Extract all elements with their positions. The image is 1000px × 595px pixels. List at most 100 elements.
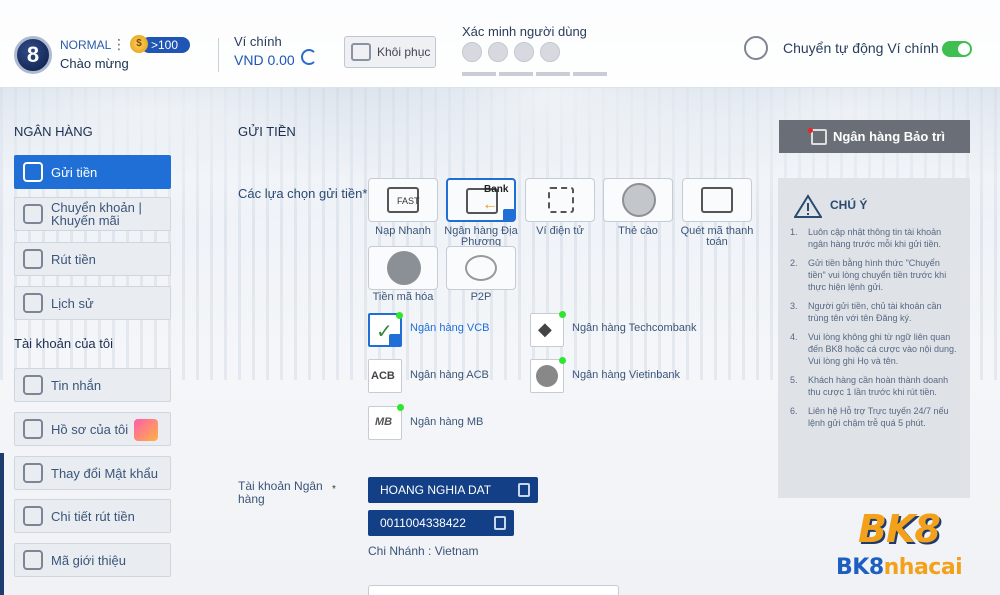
bank-label: Ngân hàng Vietinbank [572,369,681,381]
notice-text: Khách hàng cần hoàn thành doanh thu cược… [808,375,949,397]
sidebar-item-deposit[interactable]: Gửi tiền [14,155,171,189]
selected-check-icon [503,209,515,221]
option-crypto[interactable] [368,246,438,290]
sidebar-item-label: Hồ sơ của tôi [51,421,129,437]
sidebar-item-transfer[interactable]: Chuyển khoản | Khuyến mãi [14,197,171,231]
logo-text-b: nhacai [883,555,963,580]
option-glyph: Bank [484,184,509,195]
option-scratch-card[interactable] [603,178,673,222]
user-verify-icon[interactable] [462,42,482,62]
referral-icon [23,550,43,570]
option-label: P2P [470,291,492,303]
deposit-icon [23,162,43,182]
avatar[interactable]: 8 [14,36,52,74]
account-name-button[interactable]: HOANG NGHIA DAT [368,477,538,503]
verify-label: Xác minh người dùng [462,24,587,39]
sidebar-item-label: Gửi tiền [51,164,98,180]
bank-mb[interactable]: MB [368,404,404,440]
option-label: Ngân hàng Địa Phương [444,225,518,248]
maintenance-label: Ngân hàng Bảo trì [833,129,945,144]
bank-account-label: Tài khoản Ngân hàng [238,479,323,506]
notice-text: Người gửi tiền, chủ tài khoản cần trùng … [808,301,942,323]
logo-text-a: BK8 [836,555,884,580]
sidebar-item-label: Chuyển khoản | Khuyến mãi [51,200,142,228]
email-verify-icon[interactable] [488,42,508,62]
option-scan-pay[interactable] [682,178,752,222]
arrow-left-icon: ← [482,196,498,213]
notice-item: 4. Vui lòng không ghi từ ngữ liên quan đế… [790,331,960,367]
bank-verify-icon[interactable] [540,42,560,62]
notice-item: 1. Luôn cập nhật thông tin tài khoản ngân… [790,226,960,250]
notice-text: Liên hệ Hỗ trợ Trực tuyến 24/7 nếu lệnh … [808,406,949,428]
bank-icon [811,128,827,145]
option-glyph: FAST [397,196,420,206]
bank-vietinbank[interactable] [530,357,566,393]
left-edge-bar [0,453,4,595]
withdraw-icon [23,249,43,269]
option-fast-deposit[interactable]: FAST [368,178,438,222]
crypto-icon [387,251,421,285]
vip-level: NORMAL [60,38,112,52]
sidebar-item-label: Tin nhắn [51,377,102,393]
history-icon [23,293,43,313]
profile-icon [23,419,43,439]
sidebar-item-withdraw[interactable]: Rút tiền [14,242,171,276]
restore-button[interactable]: Khôi phục [344,36,436,68]
online-dot [397,404,404,411]
mb-logo-icon: MB [375,416,393,428]
sidebar-item-label: Lịch sử [51,295,94,311]
notice-item: 5. Khách hàng cần hoàn thành doanh thu cư… [790,374,960,398]
p2p-icon [465,255,497,281]
option-local-bank[interactable]: Bank ← [446,178,516,222]
copy-icon[interactable] [518,483,530,497]
bank-maintenance-button[interactable]: Ngân hàng Bảo trì [779,120,970,153]
sidebar-item-label: Rút tiền [51,251,96,267]
bank-techcombank[interactable]: ◆ [530,311,566,347]
divider [218,38,219,72]
progress-segment [499,72,533,76]
alert-dot [808,128,813,133]
bank-vcb[interactable]: ✓ [368,312,403,347]
acb-logo-icon: ACB [371,370,395,382]
scratch-card-icon [622,183,656,217]
required-star: * [332,484,336,495]
bank-label: Ngân hàng VCB [410,322,490,334]
progress-segment [573,72,607,76]
vietinbank-logo-icon [536,365,558,387]
scan-pay-icon [701,187,733,213]
sidebar-item-label: Mã giới thiệu [51,552,127,568]
account-section-title: Tài khoản của tôi [14,336,114,351]
restore-label: Khôi phục [377,45,431,59]
wallet-transfer-icon [744,36,768,60]
sidebar-item-messages[interactable]: Tin nhắn [14,368,171,402]
verify-icons [462,42,560,62]
sidebar-item-history[interactable]: Lịch sử [14,286,171,320]
phone-verify-icon[interactable] [514,42,534,62]
sidebar-item-withdraw-details[interactable]: Chi tiết rút tiền [14,499,171,533]
progress-segment [536,72,570,76]
bk8-logo: BK8 BK8nhacai [836,505,986,591]
qr-wallet-icon [548,187,574,213]
sidebar-item-referral[interactable]: Mã giới thiệu [14,543,171,577]
more-icon[interactable]: ⋮ [112,36,126,53]
copy-icon[interactable] [494,516,506,530]
bank-label: Ngân hàng ACB [410,369,489,381]
account-number-button[interactable]: 0011004338422 [368,510,514,536]
auto-transfer-toggle[interactable] [942,41,972,57]
notice-item: 2. Gửi tiền bằng hình thức "Chuyển tiền" … [790,257,960,293]
coin-icon: $ [130,35,148,53]
bank-acb[interactable]: ACB [368,359,402,393]
option-e-wallet[interactable] [525,178,595,222]
refresh-icon[interactable] [301,49,317,65]
bank-label: Ngân hàng MB [410,416,484,428]
notice-item: 6. Liên hệ Hỗ trợ Trực tuyến 24/7 nếu lện… [790,405,960,429]
logo-text: BK8nhacai [836,555,963,580]
amount-input[interactable] [368,585,619,595]
wallet-label: Ví chính [234,34,282,49]
notice-list: 1. Luôn cập nhật thông tin tài khoản ngân… [790,226,960,436]
sidebar-item-password[interactable]: Thay đổi Mật khẩu [14,456,171,490]
sidebar-item-profile[interactable]: Hồ sơ của tôi [14,412,171,446]
deposit-options-label: Các lựa chọn gửi tiền* [238,186,368,201]
option-p2p[interactable] [446,246,516,290]
gift-icon[interactable] [134,419,158,441]
